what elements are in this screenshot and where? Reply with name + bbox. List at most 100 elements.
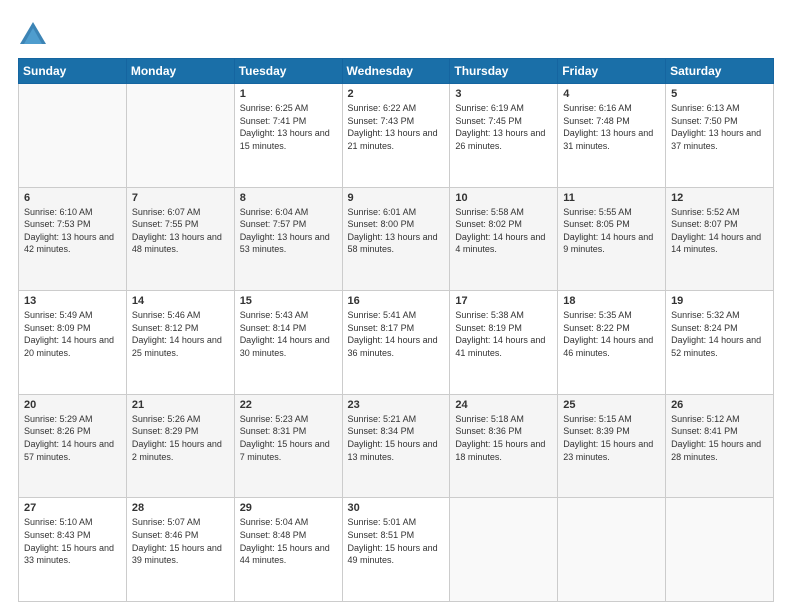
calendar-cell: 3 Sunrise: 6:19 AMSunset: 7:45 PMDaylight… [450, 84, 558, 188]
page: SundayMondayTuesdayWednesdayThursdayFrid… [0, 0, 792, 612]
calendar-cell: 14 Sunrise: 5:46 AMSunset: 8:12 PMDayligh… [126, 291, 234, 395]
calendar-cell: 2 Sunrise: 6:22 AMSunset: 7:43 PMDaylight… [342, 84, 450, 188]
day-number: 26 [671, 399, 768, 411]
day-number: 2 [348, 88, 445, 100]
cell-info: Sunrise: 5:32 AMSunset: 8:24 PMDaylight:… [671, 309, 768, 359]
calendar-cell [558, 498, 666, 602]
calendar-cell: 20 Sunrise: 5:29 AMSunset: 8:26 PMDayligh… [19, 394, 127, 498]
cell-info: Sunrise: 5:01 AMSunset: 8:51 PMDaylight:… [348, 516, 445, 566]
calendar-cell: 15 Sunrise: 5:43 AMSunset: 8:14 PMDayligh… [234, 291, 342, 395]
day-number: 15 [240, 295, 337, 307]
cell-info: Sunrise: 6:13 AMSunset: 7:50 PMDaylight:… [671, 102, 768, 152]
calendar-cell: 5 Sunrise: 6:13 AMSunset: 7:50 PMDaylight… [666, 84, 774, 188]
calendar-cell: 18 Sunrise: 5:35 AMSunset: 8:22 PMDayligh… [558, 291, 666, 395]
day-number: 28 [132, 502, 229, 514]
day-number: 12 [671, 192, 768, 204]
day-number: 5 [671, 88, 768, 100]
calendar-cell: 28 Sunrise: 5:07 AMSunset: 8:46 PMDayligh… [126, 498, 234, 602]
calendar-cell [126, 84, 234, 188]
calendar-cell: 11 Sunrise: 5:55 AMSunset: 8:05 PMDayligh… [558, 187, 666, 291]
day-number: 22 [240, 399, 337, 411]
cell-info: Sunrise: 5:04 AMSunset: 8:48 PMDaylight:… [240, 516, 337, 566]
calendar-cell: 22 Sunrise: 5:23 AMSunset: 8:31 PMDayligh… [234, 394, 342, 498]
day-number: 7 [132, 192, 229, 204]
day-number: 6 [24, 192, 121, 204]
day-number: 17 [455, 295, 552, 307]
calendar-week-row: 20 Sunrise: 5:29 AMSunset: 8:26 PMDayligh… [19, 394, 774, 498]
logo-icon [18, 18, 48, 48]
cell-info: Sunrise: 5:10 AMSunset: 8:43 PMDaylight:… [24, 516, 121, 566]
cell-info: Sunrise: 5:58 AMSunset: 8:02 PMDaylight:… [455, 206, 552, 256]
calendar-cell: 16 Sunrise: 5:41 AMSunset: 8:17 PMDayligh… [342, 291, 450, 395]
cell-info: Sunrise: 5:41 AMSunset: 8:17 PMDaylight:… [348, 309, 445, 359]
cell-info: Sunrise: 5:15 AMSunset: 8:39 PMDaylight:… [563, 413, 660, 463]
calendar-cell: 26 Sunrise: 5:12 AMSunset: 8:41 PMDayligh… [666, 394, 774, 498]
cell-info: Sunrise: 5:52 AMSunset: 8:07 PMDaylight:… [671, 206, 768, 256]
calendar-header-row: SundayMondayTuesdayWednesdayThursdayFrid… [19, 59, 774, 84]
day-number: 19 [671, 295, 768, 307]
day-of-week-header: Sunday [19, 59, 127, 84]
day-of-week-header: Tuesday [234, 59, 342, 84]
cell-info: Sunrise: 5:43 AMSunset: 8:14 PMDaylight:… [240, 309, 337, 359]
day-number: 8 [240, 192, 337, 204]
calendar-cell: 12 Sunrise: 5:52 AMSunset: 8:07 PMDayligh… [666, 187, 774, 291]
calendar-cell: 25 Sunrise: 5:15 AMSunset: 8:39 PMDayligh… [558, 394, 666, 498]
logo [18, 18, 52, 48]
calendar-cell: 6 Sunrise: 6:10 AMSunset: 7:53 PMDaylight… [19, 187, 127, 291]
calendar-cell: 4Sunrise: 6:16 AMSunset: 7:48 PMDaylight… [558, 84, 666, 188]
day-number: 10 [455, 192, 552, 204]
cell-info: Sunrise: 6:19 AMSunset: 7:45 PMDaylight:… [455, 102, 552, 152]
day-number: 11 [563, 192, 660, 204]
calendar-cell: 30Sunrise: 5:01 AMSunset: 8:51 PMDayligh… [342, 498, 450, 602]
cell-info: Sunrise: 5:07 AMSunset: 8:46 PMDaylight:… [132, 516, 229, 566]
calendar-week-row: 6 Sunrise: 6:10 AMSunset: 7:53 PMDaylight… [19, 187, 774, 291]
calendar-cell: 17 Sunrise: 5:38 AMSunset: 8:19 PMDayligh… [450, 291, 558, 395]
day-number: 9 [348, 192, 445, 204]
cell-info: Sunrise: 5:35 AMSunset: 8:22 PMDaylight:… [563, 309, 660, 359]
day-number: 24 [455, 399, 552, 411]
cell-info: Sunrise: 5:55 AMSunset: 8:05 PMDaylight:… [563, 206, 660, 256]
cell-info: Sunrise: 5:46 AMSunset: 8:12 PMDaylight:… [132, 309, 229, 359]
cell-info: Sunrise: 5:26 AMSunset: 8:29 PMDaylight:… [132, 413, 229, 463]
cell-info: Sunrise: 6:25 AMSunset: 7:41 PMDaylight:… [240, 102, 337, 152]
cell-info: Sunrise: 5:23 AMSunset: 8:31 PMDaylight:… [240, 413, 337, 463]
calendar-table: SundayMondayTuesdayWednesdayThursdayFrid… [18, 58, 774, 602]
calendar-cell [19, 84, 127, 188]
cell-info: Sunrise: 5:12 AMSunset: 8:41 PMDaylight:… [671, 413, 768, 463]
cell-info: Sunrise: 6:01 AMSunset: 8:00 PMDaylight:… [348, 206, 445, 256]
day-number: 14 [132, 295, 229, 307]
cell-info: Sunrise: 6:04 AMSunset: 7:57 PMDaylight:… [240, 206, 337, 256]
calendar-cell: 24 Sunrise: 5:18 AMSunset: 8:36 PMDayligh… [450, 394, 558, 498]
cell-info: Sunrise: 5:38 AMSunset: 8:19 PMDaylight:… [455, 309, 552, 359]
calendar-cell [666, 498, 774, 602]
cell-info: Sunrise: 6:07 AMSunset: 7:55 PMDaylight:… [132, 206, 229, 256]
day-of-week-header: Saturday [666, 59, 774, 84]
day-of-week-header: Thursday [450, 59, 558, 84]
day-number: 23 [348, 399, 445, 411]
calendar-week-row: 1 Sunrise: 6:25 AMSunset: 7:41 PMDaylight… [19, 84, 774, 188]
calendar-cell: 13Sunrise: 5:49 AMSunset: 8:09 PMDayligh… [19, 291, 127, 395]
calendar-cell: 27Sunrise: 5:10 AMSunset: 8:43 PMDayligh… [19, 498, 127, 602]
cell-info: Sunrise: 6:22 AMSunset: 7:43 PMDaylight:… [348, 102, 445, 152]
cell-info: Sunrise: 5:18 AMSunset: 8:36 PMDaylight:… [455, 413, 552, 463]
day-number: 4 [563, 88, 660, 100]
day-of-week-header: Monday [126, 59, 234, 84]
cell-info: Sunrise: 5:29 AMSunset: 8:26 PMDaylight:… [24, 413, 121, 463]
day-number: 25 [563, 399, 660, 411]
calendar-cell: 19 Sunrise: 5:32 AMSunset: 8:24 PMDayligh… [666, 291, 774, 395]
day-number: 13 [24, 295, 121, 307]
calendar-cell: 1 Sunrise: 6:25 AMSunset: 7:41 PMDaylight… [234, 84, 342, 188]
cell-info: Sunrise: 6:10 AMSunset: 7:53 PMDaylight:… [24, 206, 121, 256]
day-of-week-header: Wednesday [342, 59, 450, 84]
day-number: 3 [455, 88, 552, 100]
day-number: 18 [563, 295, 660, 307]
calendar-cell: 10 Sunrise: 5:58 AMSunset: 8:02 PMDayligh… [450, 187, 558, 291]
calendar-cell [450, 498, 558, 602]
day-of-week-header: Friday [558, 59, 666, 84]
calendar-cell: 8 Sunrise: 6:04 AMSunset: 7:57 PMDaylight… [234, 187, 342, 291]
calendar-week-row: 27Sunrise: 5:10 AMSunset: 8:43 PMDayligh… [19, 498, 774, 602]
header [18, 18, 774, 48]
day-number: 20 [24, 399, 121, 411]
day-number: 1 [240, 88, 337, 100]
day-number: 16 [348, 295, 445, 307]
